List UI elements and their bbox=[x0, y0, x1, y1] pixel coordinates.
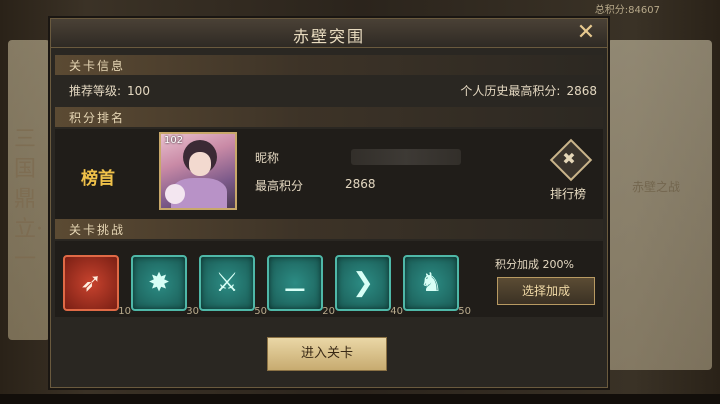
skill-slot-1[interactable]: ➶ 10 bbox=[63, 255, 131, 317]
ranking-header-label: 积分排名 bbox=[69, 111, 126, 125]
enter-stage-button[interactable]: 进入关卡 bbox=[267, 337, 387, 371]
skill-cost: 40 bbox=[390, 306, 403, 317]
nickname-label: 昵称 bbox=[255, 151, 280, 165]
cavalry-icon: ♞ bbox=[419, 268, 443, 298]
skill-slot-5[interactable]: ❯ 40 bbox=[335, 255, 403, 317]
bonus-text: 积分加成 200% bbox=[495, 258, 574, 271]
stage-dialog: 赤壁突围 ✕ 关卡信息 推荐等级: 100 个人历史最高积分: 2868 积分排名 … bbox=[50, 18, 608, 388]
level-info-header: 关卡信息 bbox=[55, 55, 603, 75]
ranking-area: 榜首 102 昵称 最高积分 2868 ✖ 排行榜 bbox=[55, 129, 603, 219]
skill-cost: 50 bbox=[458, 306, 471, 317]
personal-best: 个人历史最高积分: 2868 bbox=[460, 82, 597, 99]
recommended-level-value: 100 bbox=[127, 84, 150, 98]
dialog-title: 赤壁突围 bbox=[292, 27, 365, 46]
burst-sword-icon: ✸ bbox=[148, 268, 170, 298]
ranking-header: 积分排名 bbox=[55, 107, 603, 127]
level-info-header-label: 关卡信息 bbox=[69, 59, 126, 73]
rank-first-label: 榜首 bbox=[81, 169, 115, 189]
skill-cost: 10 bbox=[118, 306, 131, 317]
skill-cost: 50 bbox=[254, 306, 267, 317]
skill-slot-6[interactable]: ♞ 50 bbox=[403, 255, 471, 317]
bottom-strip bbox=[0, 394, 720, 404]
portrait-flower bbox=[165, 184, 185, 204]
top-score-label: 最高积分 bbox=[255, 179, 304, 193]
skill-slot-3[interactable]: ⚔ 50 bbox=[199, 255, 267, 317]
recommended-level-label: 推荐等级: bbox=[69, 84, 122, 98]
challenge-header: 关卡挑战 bbox=[55, 219, 603, 239]
skill-cost: 20 bbox=[322, 306, 335, 317]
top-score-value: 2868 bbox=[345, 177, 376, 191]
nickname-value-blurred bbox=[351, 149, 461, 165]
dagger-icon: ⚊ bbox=[283, 268, 307, 298]
map-label: 赤壁之战 bbox=[631, 180, 680, 194]
leaderboard-button[interactable]: ✖ 排行榜 bbox=[545, 138, 593, 207]
right-map bbox=[607, 40, 712, 370]
personal-best-label: 个人历史最高积分: bbox=[460, 84, 561, 98]
recommended-level: 推荐等级: 100 bbox=[69, 82, 150, 99]
challenge-area: ➶ 10 ✸ 30 ⚔ 50 ⚊ 20 ❯ 40 ♞ 50 积分加成 200% 选择加成 bbox=[55, 241, 603, 317]
title-bar: 赤壁突围 ✕ bbox=[51, 19, 607, 48]
crossed-swords-icon: ✖ bbox=[562, 149, 576, 168]
skill-cost: 30 bbox=[186, 306, 199, 317]
personal-best-value: 2868 bbox=[566, 84, 597, 98]
skill-slot-2[interactable]: ✸ 30 bbox=[131, 255, 199, 317]
chevron-arrow-icon: ❯ bbox=[352, 268, 374, 298]
skill-slot-4[interactable]: ⚊ 20 bbox=[267, 255, 335, 317]
select-bonus-button[interactable]: 选择加成 bbox=[497, 277, 595, 305]
portrait-level: 102 bbox=[164, 135, 184, 146]
horn-icon: ➶ bbox=[80, 268, 102, 298]
leaderboard-label: 排行榜 bbox=[549, 187, 586, 201]
crossed-blades-icon: ⚔ bbox=[215, 268, 239, 298]
total-score: 总积分:84607 bbox=[594, 5, 660, 16]
close-icon[interactable]: ✕ bbox=[575, 22, 597, 44]
challenge-header-label: 关卡挑战 bbox=[69, 223, 126, 237]
portrait-face bbox=[189, 152, 211, 176]
top-player-portrait[interactable]: 102 bbox=[159, 132, 237, 210]
left-scroll-text: 三国鼎立·一 bbox=[14, 127, 43, 272]
